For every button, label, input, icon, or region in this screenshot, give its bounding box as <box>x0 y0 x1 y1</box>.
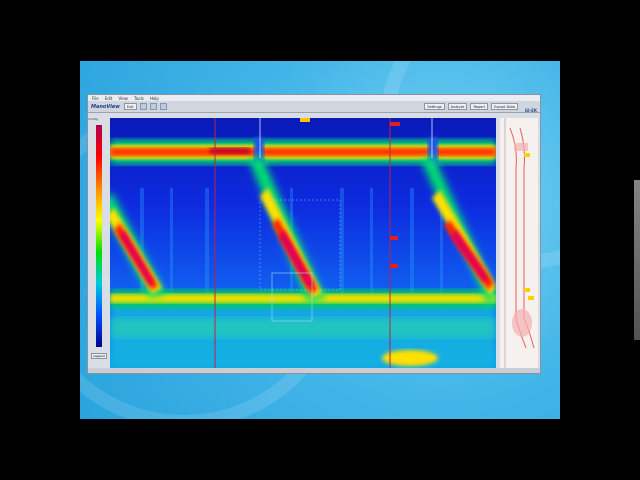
app-logo: ManoView <box>91 103 120 110</box>
export-button[interactable]: Export Data <box>491 103 518 110</box>
marker-tag <box>300 118 310 122</box>
pressure-colorbar <box>96 125 102 347</box>
menu-help[interactable]: Help <box>150 96 159 101</box>
brand-logo: GI-EK <box>524 108 537 113</box>
report-button[interactable]: Report <box>470 103 489 110</box>
status-bar <box>88 368 540 373</box>
esophagus-outline-svg <box>504 118 535 368</box>
analyze-button[interactable]: Analyze <box>447 103 468 110</box>
toolbar-icon-3[interactable] <box>159 103 167 110</box>
marker-tag <box>390 264 398 268</box>
settings-button[interactable]: Settings <box>424 103 445 110</box>
manoview-window: File Edit View Tools Help ManoView Exit … <box>88 95 540 373</box>
menu-view[interactable]: View <box>118 96 128 101</box>
topography-svg <box>110 118 496 368</box>
exit-button[interactable]: Exit <box>124 103 137 110</box>
pressure-topography-plot[interactable] <box>110 118 496 368</box>
menu-file[interactable]: File <box>92 96 99 101</box>
marker-tag <box>390 122 400 126</box>
side-edge-artifact <box>634 180 640 340</box>
toolbar-icon-2[interactable] <box>149 103 157 110</box>
menu-tools[interactable]: Tools <box>134 96 144 101</box>
toolbar-right-group: Settings Analyze Report Export Data <box>421 103 518 110</box>
menu-edit[interactable]: Edit <box>105 96 113 101</box>
toolbar: ManoView Exit Settings Analyze Report Ex… <box>88 101 540 113</box>
colorbar-unit: mmHg <box>88 117 99 121</box>
toolbar-icon-1[interactable] <box>139 103 147 110</box>
catheter-position-panel <box>500 118 538 368</box>
marker-tag <box>390 236 398 240</box>
legend-button[interactable]: Legend <box>91 353 107 359</box>
